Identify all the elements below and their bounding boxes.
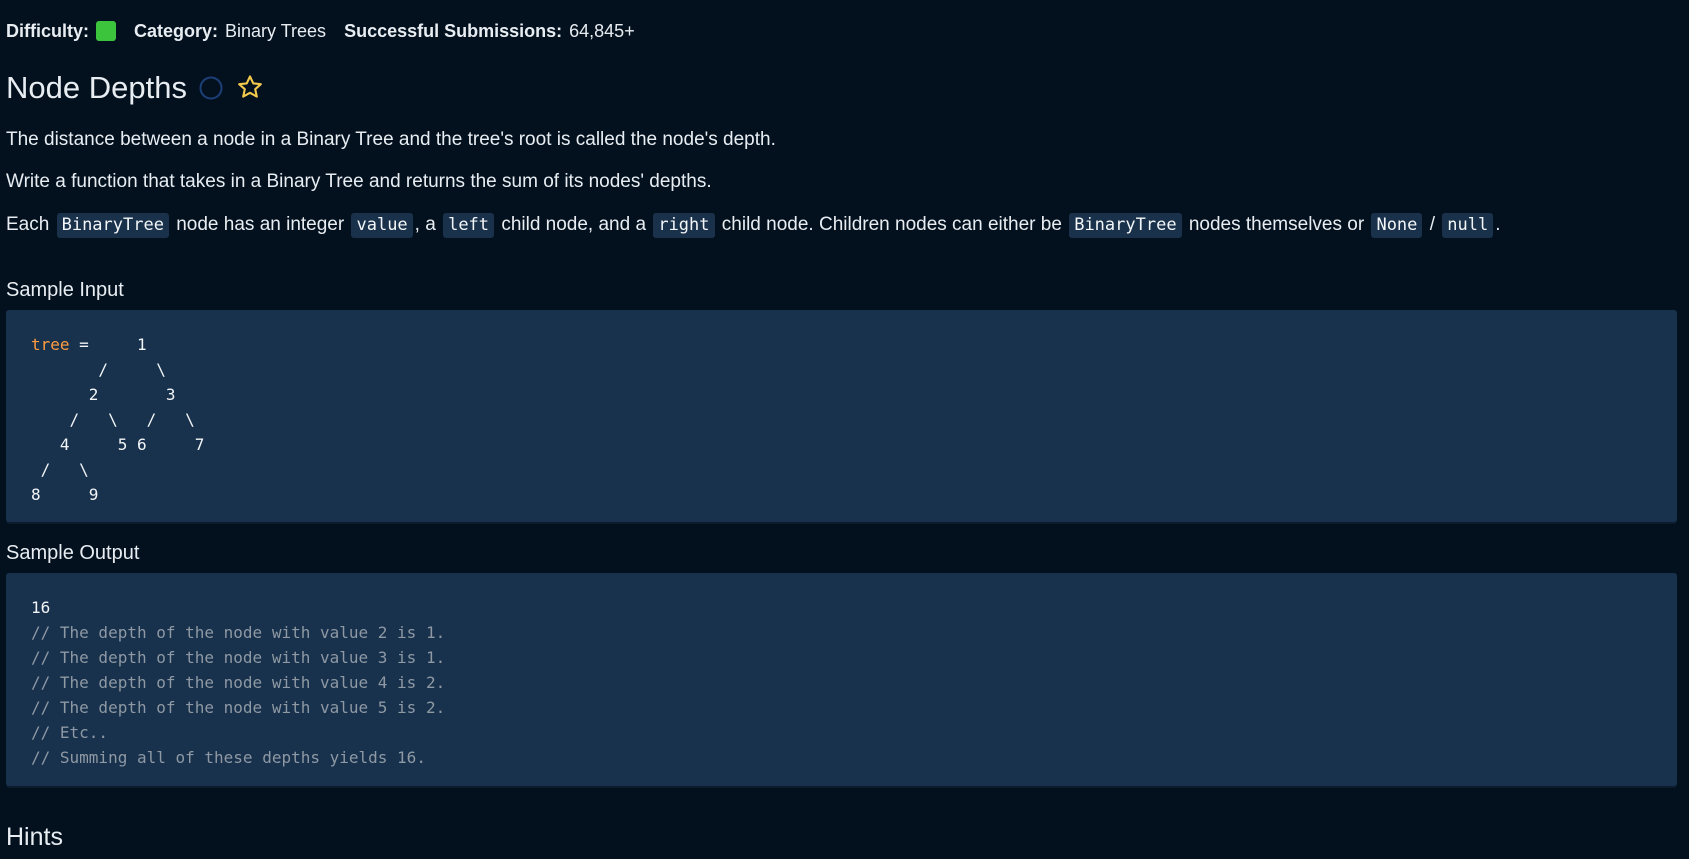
description-text: node has an integer (176, 214, 345, 235)
inline-code-binarytree: BinaryTree (56, 213, 169, 238)
description-text: nodes themselves or (1188, 214, 1365, 235)
sample-output-heading: Sample Output (6, 542, 140, 564)
submissions-label: Successful Submissions: (344, 20, 563, 41)
inline-code-none: None (1371, 213, 1423, 238)
sample-input-heading: Sample Input (6, 279, 124, 301)
difficulty-group: Difficulty: (6, 21, 116, 42)
description-text: child node. Children nodes can either be (721, 214, 1062, 235)
inline-code-left: left (443, 213, 495, 238)
output-comment-line: // The depth of the node with value 5 is… (31, 698, 446, 717)
sample-input-code: tree = 1 / \ 2 3 / \ / \ 4 5 6 7 / \ 8 9 (31, 332, 204, 507)
sample-output-code-block: 16 // The depth of the node with value 2… (6, 573, 1677, 786)
inline-code-value: value (351, 213, 413, 238)
sample-output-code: 16 // The depth of the node with value 2… (31, 595, 445, 770)
title-row: Node Depths (6, 66, 265, 110)
category-group: Category: Binary Trees (134, 21, 326, 42)
hints-heading[interactable]: Hints (6, 822, 63, 852)
description-text: , a (414, 214, 436, 235)
output-comment-line: // The depth of the node with value 3 is… (31, 648, 446, 667)
output-comment-line: // The depth of the node with value 4 is… (31, 673, 446, 692)
description-text: child node, and a (501, 214, 647, 235)
output-result: 16 (31, 598, 51, 617)
submissions-group: Successful Submissions: 64,845+ (344, 21, 635, 42)
inline-code-right: right (653, 213, 715, 238)
output-comment-line: // Summing all of these depths yields 16… (31, 748, 426, 767)
problem-page: Difficulty: Category: Binary Trees Succe… (0, 0, 1689, 859)
category-label: Category: (134, 20, 219, 41)
description-text: . (1495, 214, 1501, 235)
output-comment-line: // The depth of the node with value 2 is… (31, 623, 446, 642)
difficulty-indicator (96, 21, 116, 41)
inline-code-binarytree: BinaryTree (1069, 213, 1182, 238)
problem-meta-bar: Difficulty: Category: Binary Trees Succe… (6, 18, 653, 44)
description-depth-definition: The distance between a node in a Binary … (6, 129, 776, 150)
sample-input-code-block: tree = 1 / \ 2 3 / \ / \ 4 5 6 7 / \ 8 9 (6, 310, 1677, 522)
completion-circle-icon[interactable] (199, 76, 223, 100)
difficulty-label: Difficulty: (6, 20, 89, 41)
output-comment-line: // Etc.. (31, 723, 109, 742)
category-value: Binary Trees (225, 20, 327, 41)
problem-title: Node Depths (6, 70, 187, 105)
description-task: Write a function that takes in a Binary … (6, 171, 712, 192)
code-variable-tree: tree (31, 335, 70, 354)
binary-tree-ascii: = 1 / \ 2 3 / \ / \ 4 5 6 7 / \ 8 9 (31, 335, 205, 504)
inline-code-null: null (1442, 213, 1494, 238)
submissions-value: 64,845+ (569, 20, 635, 41)
description-text: / (1429, 214, 1435, 235)
description-node-structure: Each BinaryTree node has an integer valu… (6, 212, 1500, 238)
favorite-star-icon[interactable] (235, 73, 265, 103)
description-text: Each (6, 214, 50, 235)
